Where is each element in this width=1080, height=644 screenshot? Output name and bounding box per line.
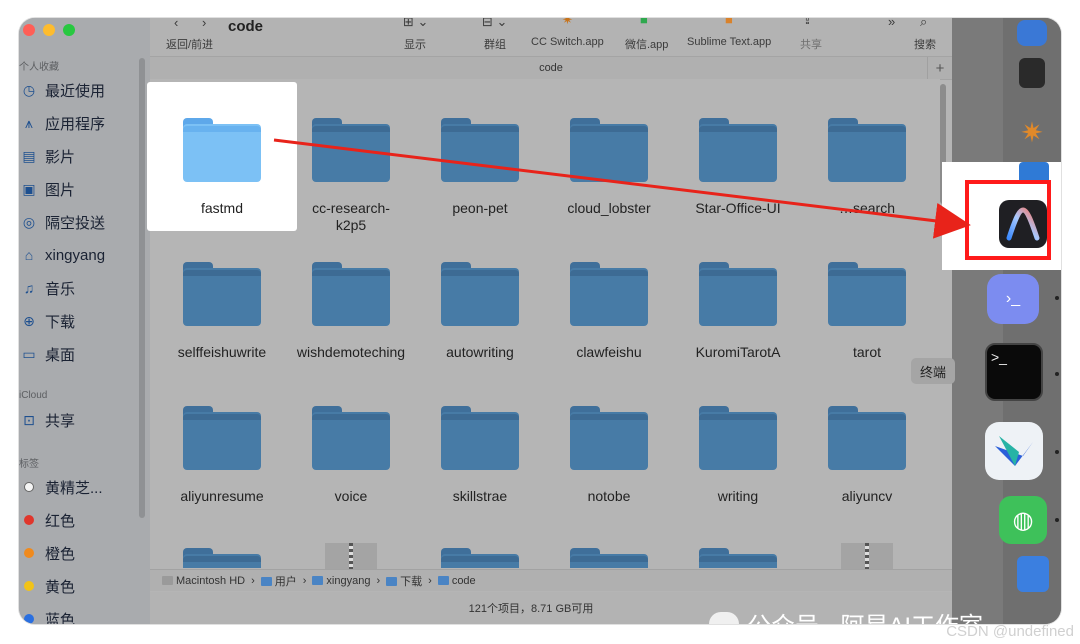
- watermark-text: 公众号 · 阿星AI工作室: [747, 606, 983, 624]
- screenshot-frame: 个人收藏 ◷ 最近使用 ⩚ 应用程序 ▤ 影片 ▣ 图片 ◎ 隔空投送 ⌂ xi…: [19, 18, 1061, 624]
- watermark: 公众号 · 阿星AI工作室: [709, 606, 983, 624]
- csdn-watermark: CSDN @undefined: [946, 623, 1074, 640]
- annotation-arrow: [273, 138, 971, 239]
- wechat-logo-icon: [709, 611, 739, 624]
